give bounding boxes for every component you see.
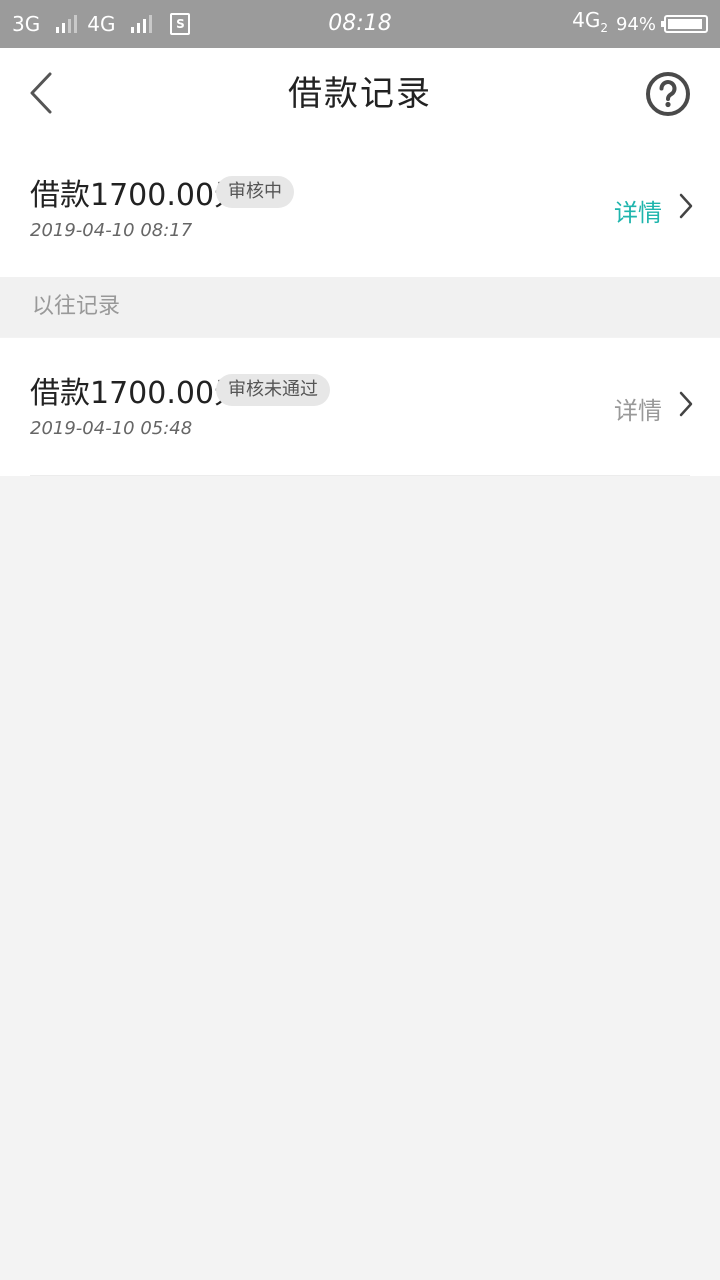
- record-time: 2019-04-10 05:48: [30, 418, 193, 439]
- past-records-header: 以往记录: [0, 277, 720, 337]
- record-amount: 借款1700.00元: [30, 376, 245, 411]
- data-network-icon: 4G2: [572, 10, 608, 38]
- battery-icon: [661, 15, 708, 33]
- data-network-sub: 2: [600, 21, 608, 35]
- detail-link[interactable]: 详情: [614, 391, 662, 426]
- app-header: 借款记录: [0, 48, 720, 140]
- record-amount: 借款1700.00元: [30, 178, 245, 213]
- record-time: 2019-04-10 08:17: [30, 220, 193, 241]
- current-record-row[interactable]: 借款1700.00元 审核中 2019-04-10 08:17 详情: [0, 140, 720, 278]
- past-records-title: 以往记录: [32, 294, 121, 319]
- page-title: 借款记录: [288, 74, 432, 114]
- question-circle-icon[interactable]: [644, 70, 692, 118]
- battery-fill: [668, 19, 702, 29]
- data-network-label: 4G: [572, 8, 601, 32]
- status-bar: 3G 4G S 08:18 4G2 94%: [0, 0, 720, 48]
- status-right: 4G2 94%: [572, 0, 708, 48]
- detail-link[interactable]: 详情: [614, 193, 662, 228]
- past-record-row[interactable]: 借款1700.00元 审核未通过 2019-04-10 05:48 详情: [0, 338, 720, 476]
- status-badge: 审核未通过: [216, 374, 330, 406]
- battery-percent: 94%: [615, 13, 656, 35]
- status-badge: 审核中: [216, 176, 294, 208]
- chevron-right-icon: [679, 391, 693, 417]
- chevron-right-icon: [679, 193, 693, 219]
- divider: [30, 475, 690, 476]
